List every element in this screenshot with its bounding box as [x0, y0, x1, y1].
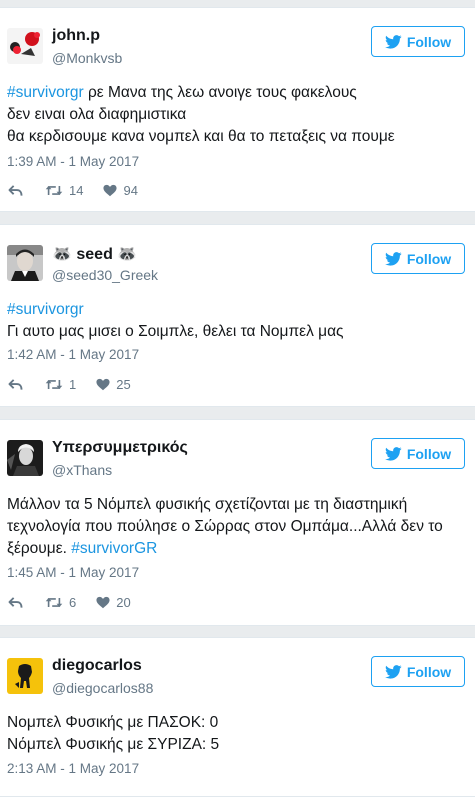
heart-icon: [96, 378, 110, 391]
heart-icon: [96, 596, 110, 609]
retweet-icon: [45, 184, 63, 197]
display-name[interactable]: 🦝 seed 🦝: [52, 244, 137, 264]
display-name[interactable]: diegocarlos: [52, 657, 142, 675]
user-handle[interactable]: @diegocarlos88: [52, 680, 153, 696]
hashtag-link[interactable]: #survivorGR: [71, 540, 157, 557]
tweet-text: #survivorgr Γι αυτο μας μισει ο Σοιμπλε,…: [7, 301, 344, 340]
reply-button[interactable]: [8, 378, 23, 391]
retweet-count: 1: [69, 376, 77, 392]
user-handle[interactable]: @xThans: [52, 462, 112, 478]
display-name[interactable]: Υπερσυμμετρικός: [52, 439, 188, 457]
timestamp[interactable]: 1:42 AM - 1 May 2017: [7, 347, 139, 362]
timestamp[interactable]: 1:45 AM - 1 May 2017: [7, 565, 139, 580]
reply-button[interactable]: [8, 596, 23, 609]
follow-label: Follow: [406, 33, 452, 50]
follow-label: Follow: [406, 250, 452, 267]
follow-button[interactable]: Follow: [371, 243, 465, 274]
reply-icon: [8, 378, 23, 391]
tweet-card: Υπερσυμμετρικός @xThans Follow Μάλλον τα…: [0, 419, 475, 626]
twitter-bird-icon: [385, 252, 402, 266]
retweet-icon: [45, 596, 63, 609]
follow-button[interactable]: Follow: [371, 438, 465, 469]
tweet-text: Μάλλον τα 5 Νόμπελ φυσικής σχετίζονται μ…: [7, 496, 443, 557]
retweet-count: 14: [69, 182, 84, 198]
follow-button[interactable]: Follow: [371, 656, 465, 687]
retweet-button[interactable]: 6: [45, 595, 76, 610]
tweet-card: john.p @Monkvsb Follow #survivorgr ρε Μα…: [0, 7, 475, 212]
avatar[interactable]: [7, 440, 43, 476]
tweet-card: diegocarlos @diegocarlos88 Follow Νομπελ…: [0, 637, 475, 797]
hashtag-link[interactable]: #survivorgr: [7, 301, 84, 318]
reply-icon: [8, 184, 23, 197]
retweet-button[interactable]: 14: [45, 183, 83, 198]
tweet-text: #survivorgr ρε Μανα της λεω ανοιγε τους …: [7, 84, 395, 145]
reply-button[interactable]: [8, 184, 23, 197]
display-name[interactable]: john.p: [52, 27, 100, 45]
like-count: 25: [116, 376, 131, 392]
like-count: 20: [116, 594, 131, 610]
like-count: 94: [123, 182, 138, 198]
tweet-actions: 6 20: [8, 594, 131, 610]
hashtag-link[interactable]: #survivorgr: [7, 84, 84, 101]
avatar[interactable]: [7, 245, 43, 281]
twitter-bird-icon: [385, 665, 402, 679]
timestamp[interactable]: 1:39 AM - 1 May 2017: [7, 154, 139, 169]
user-handle[interactable]: @Monkvsb: [52, 50, 122, 66]
follow-label: Follow: [406, 663, 452, 680]
twitter-bird-icon: [385, 447, 402, 461]
twitter-bird-icon: [385, 35, 402, 49]
heart-icon: [103, 184, 117, 197]
user-handle[interactable]: @seed30_Greek: [52, 267, 158, 283]
reply-icon: [8, 596, 23, 609]
like-button[interactable]: 25: [96, 376, 131, 392]
avatar[interactable]: [7, 28, 43, 64]
retweet-button[interactable]: 1: [45, 377, 76, 392]
tweet-card: 🦝 seed 🦝 @seed30_Greek Follow #survivorg…: [0, 224, 475, 407]
follow-label: Follow: [406, 445, 452, 462]
like-button[interactable]: 94: [103, 182, 138, 198]
follow-button[interactable]: Follow: [371, 26, 465, 57]
timestamp[interactable]: 2:13 AM - 1 May 2017: [7, 761, 139, 776]
like-button[interactable]: 20: [96, 594, 131, 610]
tweet-actions: 14 94: [8, 182, 138, 198]
tweet-text: Νομπελ Φυσικής με ΠΑΣΟΚ: 0 Νόμπελ Φυσική…: [7, 714, 220, 753]
retweet-count: 6: [69, 594, 77, 610]
tweet-actions: 1 25: [8, 376, 131, 392]
retweet-icon: [45, 378, 63, 391]
avatar[interactable]: [7, 658, 43, 694]
